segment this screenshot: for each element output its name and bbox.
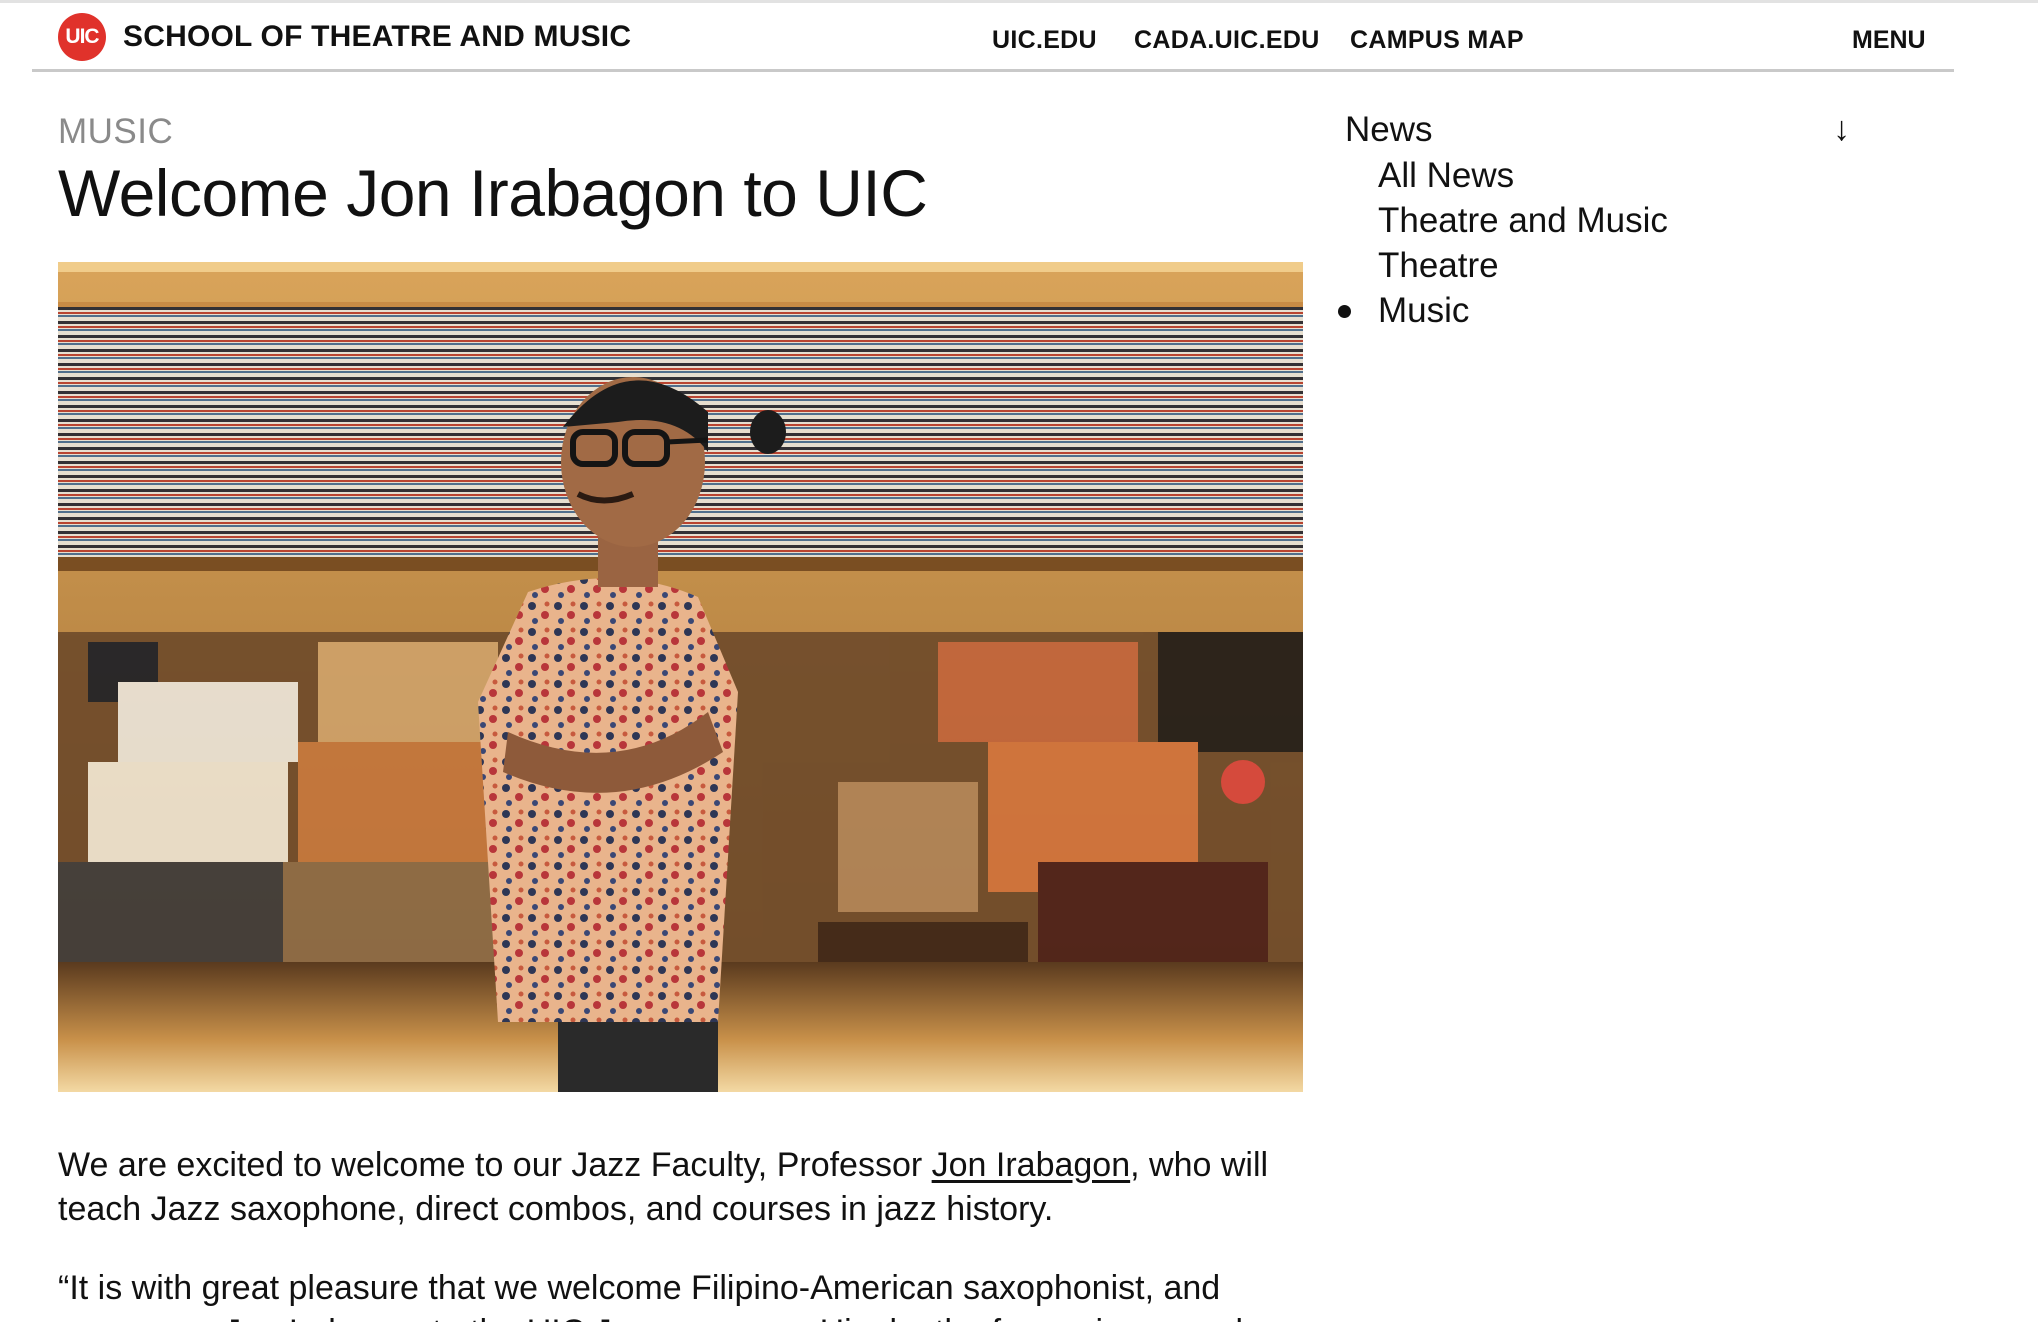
article-category: MUSIC bbox=[58, 112, 174, 151]
nav-link-uic-edu[interactable]: UIC.EDU bbox=[992, 26, 1097, 55]
sidebar-item-theatre[interactable]: Theatre bbox=[1378, 243, 1668, 288]
nav-link-campus-map[interactable]: CAMPUS MAP bbox=[1350, 26, 1524, 55]
menu-button[interactable]: MENU bbox=[1852, 26, 1926, 55]
sidebar-news-list: All News Theatre and Music Theatre Music bbox=[1338, 153, 1668, 333]
faculty-profile-link[interactable]: Jon Irabagon bbox=[932, 1146, 1131, 1184]
article-title: Welcome Jon Irabagon to UIC bbox=[58, 156, 928, 230]
sidebar-item-label: All News bbox=[1378, 156, 1515, 195]
sidebar-item-music[interactable]: Music bbox=[1338, 288, 1668, 333]
active-bullet-icon bbox=[1338, 305, 1351, 318]
arrow-down-icon[interactable]: ↓ bbox=[1833, 110, 1850, 149]
uic-logo[interactable]: UIC bbox=[58, 13, 106, 61]
sidebar-heading-news[interactable]: News bbox=[1345, 110, 1433, 150]
paragraph-1-text-start: We are excited to welcome to our Jazz Fa… bbox=[58, 1146, 932, 1184]
sidebar-item-label: Music bbox=[1378, 291, 1470, 330]
nav-link-cada-uic-edu[interactable]: CADA.UIC.EDU bbox=[1134, 26, 1320, 55]
page: UIC SCHOOL OF THEATRE AND MUSIC UIC.EDU … bbox=[0, 0, 2038, 1322]
site-title[interactable]: SCHOOL OF THEATRE AND MUSIC bbox=[123, 20, 631, 54]
sidebar-item-label: Theatre and Music bbox=[1378, 201, 1668, 240]
sidebar-item-all-news[interactable]: All News bbox=[1378, 153, 1668, 198]
sidebar-item-label: Theatre bbox=[1378, 246, 1499, 285]
site-header: UIC SCHOOL OF THEATRE AND MUSIC UIC.EDU … bbox=[32, 3, 1954, 72]
photo-illustration bbox=[58, 262, 1303, 1092]
article-paragraph-1: We are excited to welcome to our Jazz Fa… bbox=[58, 1143, 1318, 1231]
article-photo bbox=[58, 262, 1303, 1092]
article-paragraph-2: “It is with great pleasure that we welco… bbox=[58, 1269, 1243, 1322]
sidebar-item-theatre-and-music[interactable]: Theatre and Music bbox=[1378, 198, 1668, 243]
